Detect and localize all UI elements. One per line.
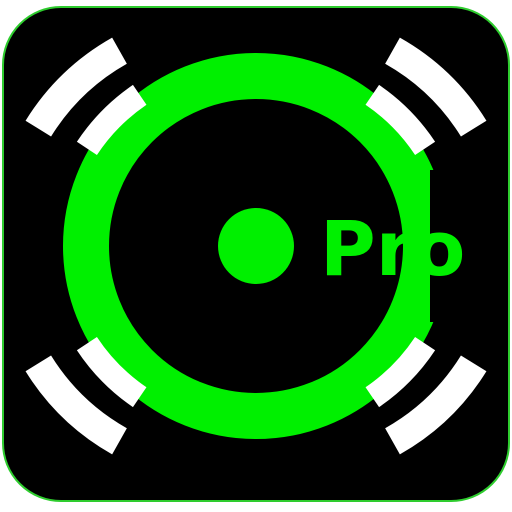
app-icon[interactable]: Pro — [0, 0, 512, 512]
pro-label: Pro — [320, 204, 465, 293]
camera-pro-app-icon: Pro — [2, 6, 510, 502]
center-dot — [218, 208, 294, 284]
